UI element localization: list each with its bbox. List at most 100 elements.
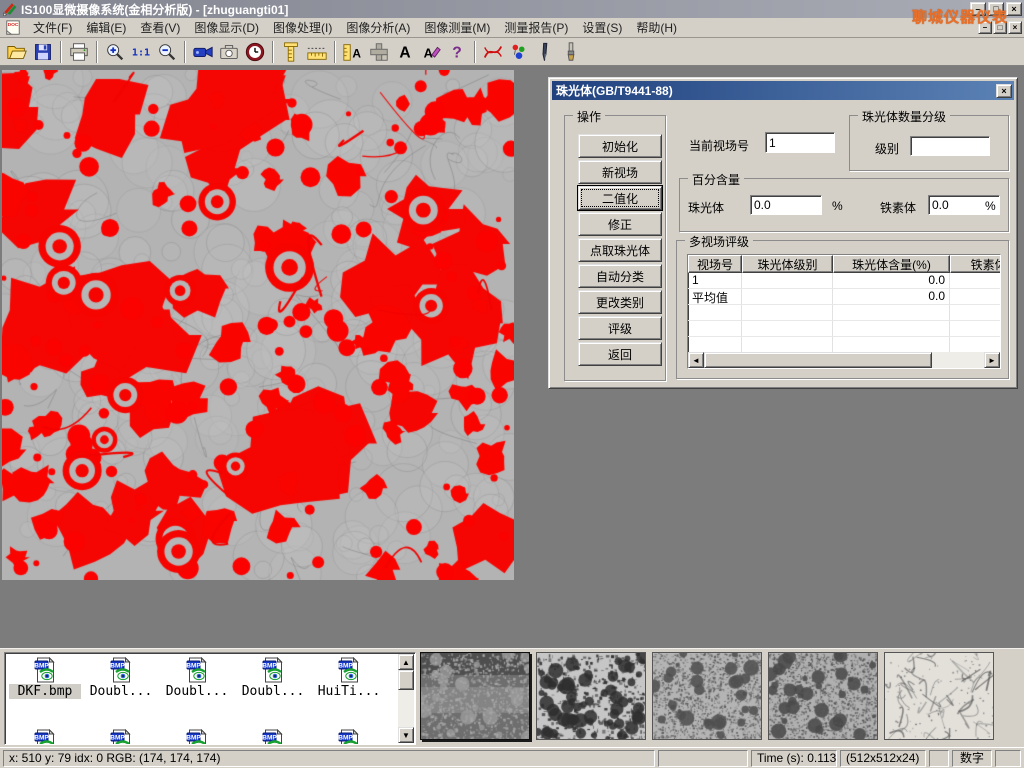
image-size-status: (512x512x24) (840, 750, 926, 767)
text-icon[interactable]: A (392, 39, 418, 64)
file-item-partial[interactable]: BMP (161, 729, 233, 745)
grade-button[interactable]: 评级 (578, 316, 662, 340)
menu-image-process[interactable]: 图像处理(I) (266, 17, 339, 38)
open-icon[interactable] (4, 39, 30, 64)
document-icon[interactable]: DOC (4, 20, 22, 36)
file-item[interactable]: BMPDoubl... (85, 657, 157, 699)
table-row[interactable] (688, 337, 1000, 353)
file-item-partial[interactable]: BMP (313, 729, 385, 745)
file-list-scrollbar[interactable]: ▲ ▼ (398, 654, 414, 743)
video-camera-icon[interactable] (190, 39, 216, 64)
menu-image-display[interactable]: 图像显示(D) (187, 17, 266, 38)
annotate-icon[interactable]: A (418, 39, 444, 64)
close-button[interactable]: × (1006, 2, 1022, 16)
dialog-close-icon[interactable]: × (996, 84, 1012, 98)
table-cell (742, 337, 833, 353)
file-item[interactable]: BMPHuiTi... (313, 657, 385, 699)
zoom-out-icon[interactable] (154, 39, 180, 64)
scroll-left-icon[interactable]: ◄ (688, 352, 704, 368)
help-icon[interactable]: ? (444, 39, 470, 64)
clock-icon[interactable] (242, 39, 268, 64)
menu-bar: DOC 文件(F)编辑(E)查看(V)图像显示(D)图像处理(I)图像分析(A)… (0, 18, 1024, 38)
pick-pearlite-button[interactable]: 点取珠光体 (578, 238, 662, 262)
table-header-cell[interactable]: 铁素体含量(%) (950, 255, 1001, 273)
bmp-file-icon: BMP (337, 657, 361, 683)
cursor-position-status: x: 510 y: 79 idx: 0 RGB: (174, 174, 174) (3, 750, 655, 767)
grade-input[interactable] (910, 136, 990, 156)
caliper-icon[interactable] (278, 39, 304, 64)
table-cell: 0.0 (833, 273, 950, 289)
file-item-partial[interactable]: BMP (237, 729, 309, 745)
file-item-partial[interactable]: BMP (85, 729, 157, 745)
mode-status: 数字 (952, 750, 992, 767)
table-header-cell[interactable]: 珠光体含量(%) (833, 255, 950, 273)
thumbnail-3[interactable] (652, 652, 762, 740)
table-header-cell[interactable]: 珠光体级别 (742, 255, 833, 273)
vscroll-thumb[interactable] (398, 670, 414, 690)
menu-measure-report[interactable]: 测量报告(P) (497, 17, 575, 38)
scroll-down-icon[interactable]: ▼ (398, 727, 414, 743)
curve-tool-icon[interactable] (480, 39, 506, 64)
toolbar: 1:1AAA? (0, 38, 1024, 66)
table-hscrollbar[interactable]: ◄ ► (688, 352, 1000, 368)
binarize-button[interactable]: 二值化 (578, 186, 662, 210)
svg-text:A: A (424, 45, 433, 60)
scroll-right-icon[interactable]: ► (984, 352, 1000, 368)
table-row[interactable]: 平均值0.0 (688, 289, 1000, 305)
table-row[interactable] (688, 305, 1000, 321)
menu-image-analysis[interactable]: 图像分析(A) (339, 17, 417, 38)
ferrite-label: 铁素体 (880, 199, 916, 216)
table-header-cell[interactable]: 视场号 (688, 255, 742, 273)
menu-settings[interactable]: 设置(S) (575, 17, 629, 38)
metallograph-image[interactable] (2, 70, 514, 580)
file-item-selected[interactable]: BMPDKF.bmp (9, 657, 81, 699)
thumbnail-1[interactable] (420, 652, 530, 740)
photo-camera-icon[interactable] (216, 39, 242, 64)
table-row[interactable] (688, 321, 1000, 337)
menu-edit[interactable]: 编辑(E) (79, 17, 133, 38)
thumbnail-2[interactable] (536, 652, 646, 740)
init-button[interactable]: 初始化 (578, 134, 662, 158)
color-points-icon[interactable] (506, 39, 532, 64)
scroll-up-icon[interactable]: ▲ (398, 654, 414, 670)
svg-text:A: A (352, 46, 361, 60)
correct-button[interactable]: 修正 (578, 212, 662, 236)
new-field-button[interactable]: 新视场 (578, 160, 662, 184)
print-icon[interactable] (66, 39, 92, 64)
save-icon[interactable] (30, 39, 56, 64)
dialog-title: 珠光体(GB/T9441-88) (556, 82, 673, 99)
grading-group: 珠光体数量分级 级别 (849, 115, 1009, 171)
menu-help[interactable]: 帮助(H) (629, 17, 684, 38)
pearlite-percent-input[interactable] (750, 195, 822, 215)
file-item-partial[interactable]: BMP (9, 729, 81, 745)
bmp-file-icon: BMP (109, 729, 133, 745)
file-item[interactable]: BMPDoubl... (237, 657, 309, 699)
actual-size-icon[interactable]: 1:1 (128, 39, 154, 64)
grid-measure-icon[interactable] (366, 39, 392, 64)
menu-view[interactable]: 查看(V) (133, 17, 187, 38)
table-row[interactable]: 10.0 (688, 273, 1000, 289)
ruler-icon[interactable] (304, 39, 330, 64)
menu-items: 文件(F)编辑(E)查看(V)图像显示(D)图像处理(I)图像分析(A)图像测量… (26, 17, 684, 38)
file-item[interactable]: BMPDoubl... (161, 657, 233, 699)
measure-text-icon[interactable]: A (340, 39, 366, 64)
thumbnail-4[interactable] (768, 652, 878, 740)
table-cell (688, 321, 742, 337)
change-class-button[interactable]: 更改类别 (578, 290, 662, 314)
thumbnail-5[interactable] (884, 652, 994, 740)
zoom-in-icon[interactable] (102, 39, 128, 64)
return-button[interactable]: 返回 (578, 342, 662, 366)
menu-file[interactable]: 文件(F) (26, 17, 79, 38)
file-name: HuiTi... (313, 684, 385, 699)
current-field-input[interactable] (765, 132, 835, 153)
auto-classify-button[interactable]: 自动分类 (578, 264, 662, 288)
child-close-button[interactable]: × (1008, 21, 1022, 34)
pen-icon[interactable] (532, 39, 558, 64)
table-cell (950, 273, 1001, 289)
dialog-title-bar[interactable]: 珠光体(GB/T9441-88) × (552, 81, 1014, 100)
multi-field-legend: 多视场评级 (685, 233, 753, 250)
menu-image-measure[interactable]: 图像测量(M) (417, 17, 497, 38)
hscroll-thumb[interactable] (704, 352, 932, 368)
brush-icon[interactable] (558, 39, 584, 64)
table-cell: 1 (688, 273, 742, 289)
